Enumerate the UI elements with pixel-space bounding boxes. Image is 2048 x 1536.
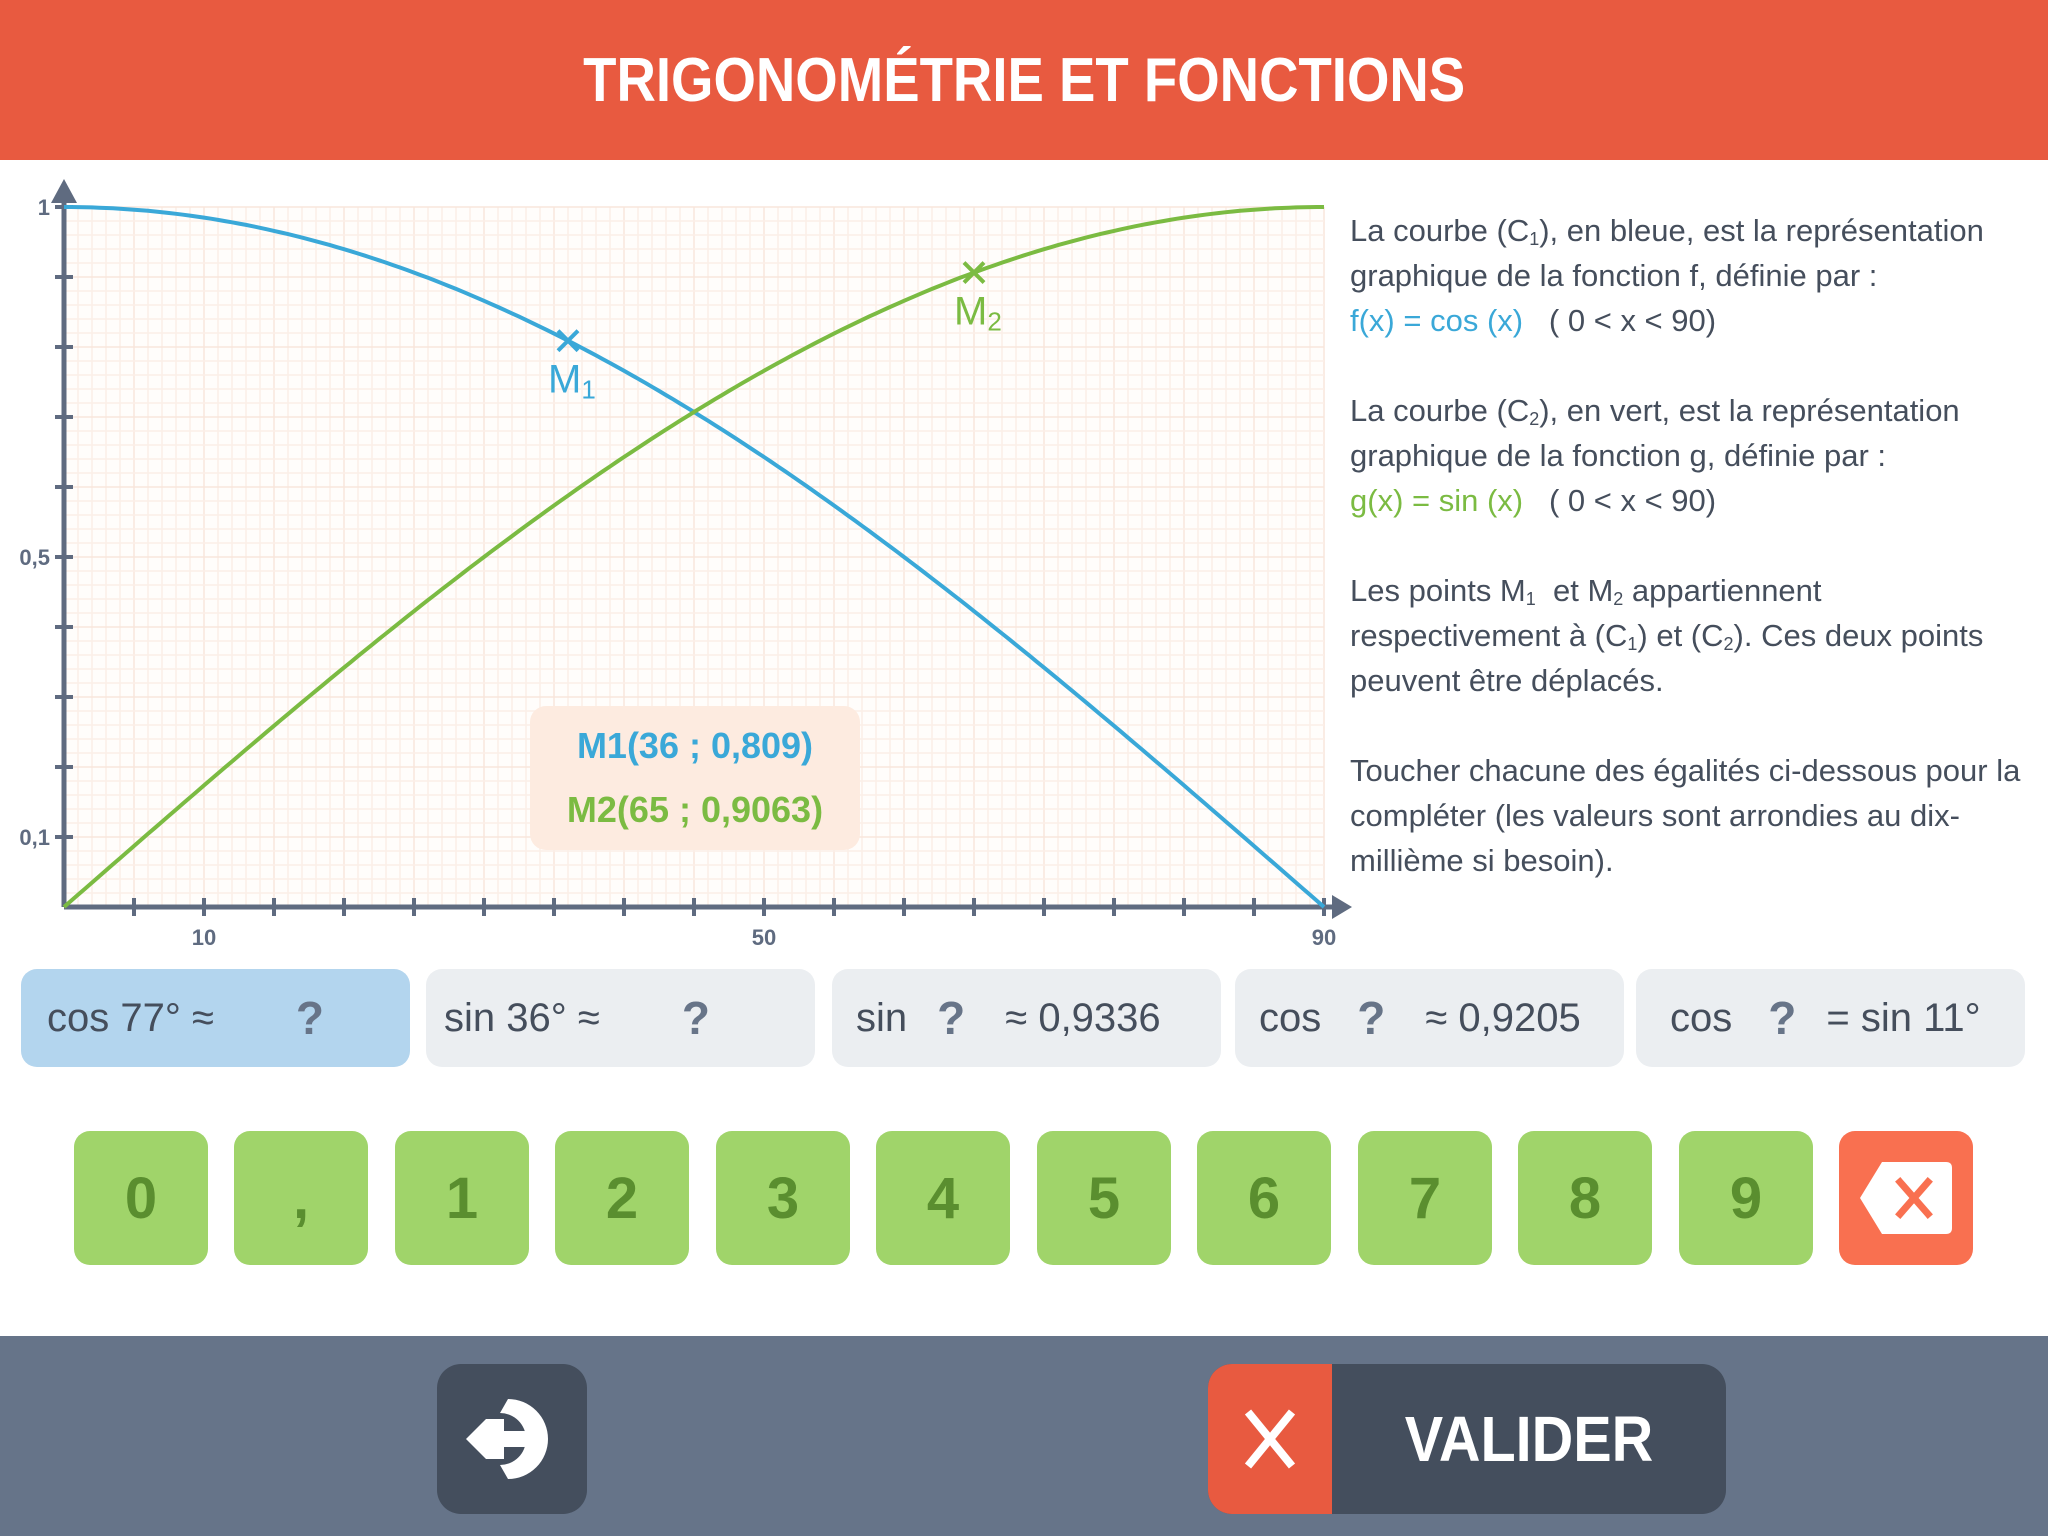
equation-card-4[interactable]: cos? ≈ 0,9205 — [1235, 969, 1624, 1067]
key-0[interactable]: 0 — [74, 1131, 208, 1265]
key-2[interactable]: 2 — [555, 1131, 689, 1265]
key-9[interactable]: 9 — [1679, 1131, 1813, 1265]
validate-status — [1208, 1364, 1332, 1514]
x-tick-label: 50 — [752, 925, 776, 950]
footer-bar: VALIDER — [0, 1336, 2048, 1536]
page-title: TRIGONOMÉTRIE ET FONCTIONS — [582, 45, 1466, 115]
paragraph-c1: La courbe (C1), en bleue, est la représe… — [1350, 213, 1984, 338]
formula-g: g(x) = sin (x) — [1350, 483, 1524, 518]
y-tick-label: 0,1 — [19, 825, 50, 850]
paragraph-c2: La courbe (C2), en vert, est la représen… — [1350, 393, 1960, 518]
equation-card-5[interactable]: cos? = sin 11° — [1636, 969, 2025, 1067]
header-bar: TRIGONOMÉTRIE ET FONCTIONS — [0, 0, 2048, 160]
m2-coordinates: M2(65 ; 0,9063) — [566, 789, 824, 830]
answer-placeholder: ? — [681, 992, 710, 1044]
key-5[interactable]: 5 — [1037, 1131, 1171, 1265]
delete-key[interactable] — [1839, 1131, 1973, 1265]
exit-button[interactable] — [437, 1364, 587, 1514]
backspace-icon — [1860, 1162, 1952, 1234]
formula-f: f(x) = cos (x) — [1350, 303, 1524, 338]
validate-button[interactable]: VALIDER — [1208, 1364, 1726, 1514]
coordinates-box: M1(36 ; 0,809) M2(65 ; 0,9063) — [530, 706, 860, 850]
answer-placeholder: ? — [1357, 992, 1386, 1044]
key-3[interactable]: 3 — [716, 1131, 850, 1265]
answer-placeholder: ? — [295, 992, 325, 1044]
equation-cards: cos 77° ≈? sin 36° ≈? sin? ≈ 0,9336 cos? ≈… — [0, 969, 2048, 1067]
validate-label: VALIDER — [1404, 1403, 1654, 1475]
close-icon — [1244, 1409, 1296, 1469]
x-tick-label: 90 — [1312, 925, 1336, 950]
x-tick-label: 10 — [192, 925, 216, 950]
key-6[interactable]: 6 — [1197, 1131, 1331, 1265]
key-4[interactable]: 4 — [876, 1131, 1010, 1265]
key-1[interactable]: 1 — [395, 1131, 529, 1265]
y-tick-label: 1 — [38, 195, 50, 220]
paragraph-task: Toucher chacune des égalités ci-dessous … — [1350, 753, 2021, 878]
equation-card-3[interactable]: sin? ≈ 0,9336 — [832, 969, 1221, 1067]
paragraph-points: Les points M1 et M2 appartiennent respec… — [1350, 573, 1984, 698]
equation-card-1[interactable]: cos 77° ≈? — [21, 969, 410, 1067]
answer-placeholder: ? — [937, 992, 966, 1044]
exit-icon — [466, 1399, 548, 1479]
key-comma[interactable]: , — [234, 1131, 368, 1265]
y-tick-label: 0,5 — [19, 545, 50, 570]
key-7[interactable]: 7 — [1358, 1131, 1492, 1265]
keypad: 0 , 1 2 3 4 5 6 7 8 9 — [0, 1131, 2048, 1265]
x-axis-arrow — [1332, 895, 1352, 919]
instructions-text: La courbe (C1), en bleue, est la représe… — [1350, 208, 2030, 928]
m1-coordinates: M1(36 ; 0,809) — [576, 725, 814, 766]
equation-card-2[interactable]: sin 36° ≈? — [426, 969, 815, 1067]
key-8[interactable]: 8 — [1518, 1131, 1652, 1265]
y-axis-arrow — [51, 179, 77, 203]
answer-placeholder: ? — [1768, 992, 1797, 1044]
